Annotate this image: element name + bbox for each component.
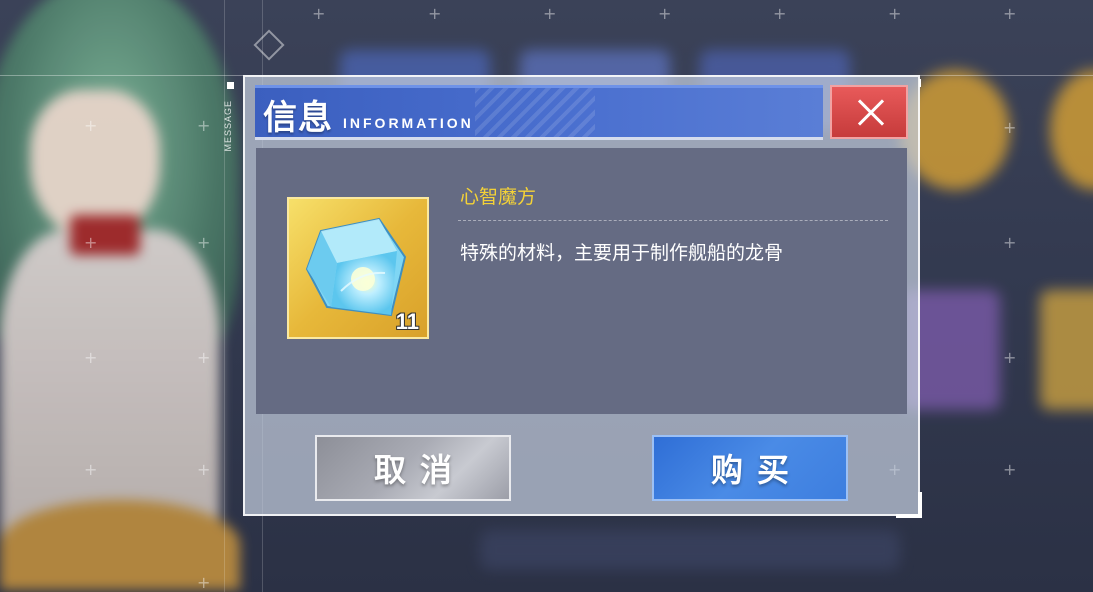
close-button[interactable] bbox=[830, 85, 908, 139]
item-slot: 11 bbox=[287, 197, 429, 339]
item-name: 心智魔方 bbox=[460, 186, 537, 208]
corner-dot-icon bbox=[919, 79, 924, 87]
dialog-subtitle: INFORMATION bbox=[343, 115, 474, 131]
message-side-label: MESSAGE bbox=[223, 80, 238, 170]
dashed-divider bbox=[458, 220, 888, 221]
mind-cube-icon bbox=[305, 217, 407, 317]
item-count: 11 bbox=[395, 309, 419, 334]
item-info-panel: 11 心智魔方 特殊的材料，主要用于制作舰船的龙骨 bbox=[256, 148, 907, 414]
cancel-button[interactable]: 取消 bbox=[315, 435, 511, 501]
corner-bracket-icon bbox=[896, 492, 922, 518]
buy-button-label: 购买 bbox=[710, 451, 803, 489]
buy-button[interactable]: 购买 bbox=[652, 435, 848, 501]
cancel-button-label: 取消 bbox=[373, 451, 466, 489]
side-label-text: MESSAGE bbox=[223, 100, 233, 152]
dialog-title-bar: 信息 INFORMATION bbox=[255, 85, 823, 137]
item-description: 特殊的材料，主要用于制作舰船的龙骨 bbox=[460, 242, 784, 264]
information-dialog: 信息 INFORMATION 11 心智魔方 特殊的材料，主要用于制作舰船的龙骨… bbox=[243, 75, 922, 518]
title-divider bbox=[255, 137, 823, 140]
side-square-icon bbox=[227, 82, 234, 89]
dialog-title: 信息 bbox=[263, 98, 333, 137]
